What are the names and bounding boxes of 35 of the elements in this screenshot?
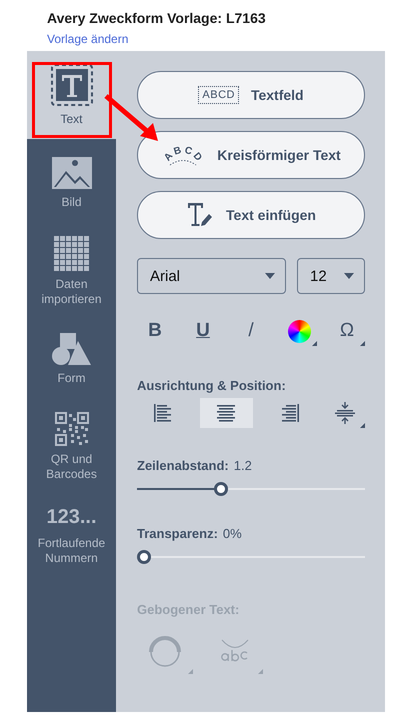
text-pen-icon — [186, 202, 214, 228]
font-size-dropdown[interactable]: 12 — [297, 258, 365, 294]
action-button[interactable]: Text einfügen — [137, 191, 365, 239]
vertical-align-icon — [334, 402, 356, 424]
qr-code-icon — [54, 412, 88, 446]
sidebar-item[interactable]: Form — [27, 315, 116, 403]
slider-thumb[interactable] — [214, 482, 228, 496]
font-family-dropdown[interactable]: Arial — [137, 258, 286, 294]
section-label: Ausrichtung & Position: — [137, 378, 287, 394]
sidebar-item[interactable]: Bild — [27, 139, 116, 227]
action-button[interactable]: ABCD Textfeld — [137, 71, 365, 119]
slider-value: 0% — [222, 526, 242, 542]
sidebar-item[interactable]: Daten importieren — [27, 227, 116, 315]
slider-thumb[interactable] — [137, 550, 151, 564]
symbol-button[interactable]: Ω — [329, 316, 365, 346]
table-grid-icon — [54, 236, 89, 270]
action-button[interactable]: ABCD Kreisförmiger Text — [137, 131, 365, 179]
slider-label: Transparenz: — [137, 526, 218, 542]
sidebar-item[interactable]: QR und Barcodes — [27, 403, 116, 491]
italic-button[interactable]: / — [233, 316, 269, 346]
slider-label: Zeilenabstand: — [137, 458, 229, 474]
alignment-button[interactable] — [200, 398, 253, 428]
slider-value: 1.2 — [234, 458, 252, 474]
align-center-icon — [215, 402, 238, 424]
image-icon — [52, 156, 92, 188]
shapes-icon — [52, 332, 92, 364]
template-title: Avery Zweckform Vorlage: L7163 — [47, 9, 267, 27]
circle-arc-icon — [148, 635, 182, 669]
text-box-icon — [50, 64, 92, 106]
underline-button[interactable]: U — [185, 316, 221, 346]
textbox-icon: ABCD — [198, 86, 239, 104]
number-glyph: 123... — [46, 505, 97, 530]
bold-button[interactable]: B — [137, 316, 173, 346]
change-template-link[interactable]: Vorlage ändern — [47, 31, 128, 48]
sidebar-item[interactable]: 123... Fortlaufende Nummern — [27, 491, 116, 579]
